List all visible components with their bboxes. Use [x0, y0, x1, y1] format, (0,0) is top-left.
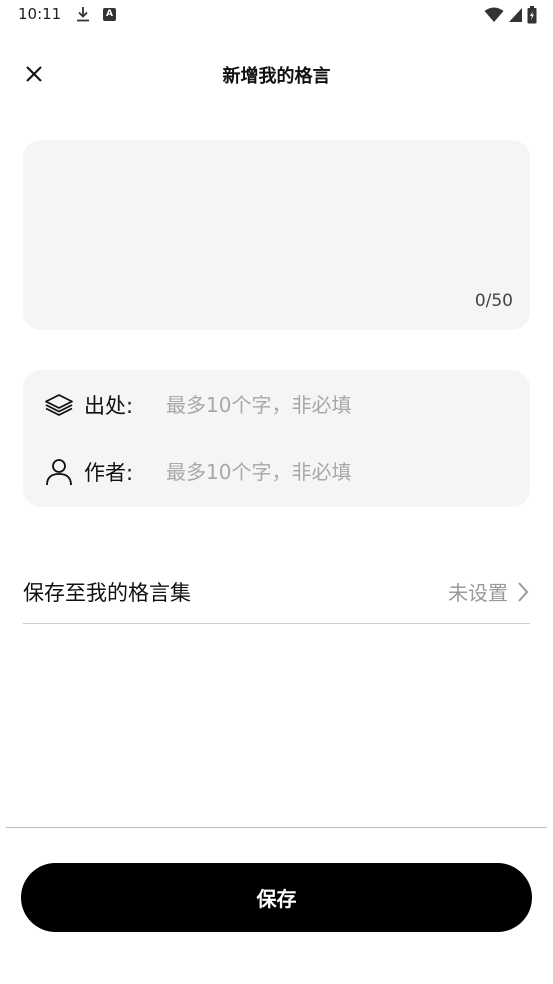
status-time: 10:11: [18, 5, 62, 23]
a-notification-icon: A: [103, 8, 116, 21]
author-input[interactable]: [166, 460, 496, 484]
battery-icon: [527, 6, 537, 24]
status-bar: 10:11 A: [0, 0, 553, 30]
quote-card: 0/50: [23, 140, 530, 330]
chevron-right-icon: [518, 581, 529, 602]
collection-selector[interactable]: 保存至我的格言集 未设置: [23, 560, 530, 624]
source-label: 出处:: [84, 394, 134, 418]
char-count: 0/50: [474, 291, 513, 311]
layers-icon: [42, 388, 76, 422]
meta-card: 出处: 作者:: [23, 370, 530, 507]
wifi-icon: [484, 7, 504, 22]
signal-icon: [509, 8, 522, 22]
source-input[interactable]: [166, 393, 496, 417]
header: 新增我的格言: [0, 50, 553, 98]
source-row: 出处:: [23, 380, 530, 430]
quote-input[interactable]: [41, 156, 511, 286]
collection-value: 未设置: [448, 581, 508, 605]
bottom-divider: [6, 827, 547, 828]
author-row: 作者:: [23, 447, 530, 497]
author-label: 作者:: [84, 461, 134, 485]
download-icon: [77, 7, 89, 22]
save-button[interactable]: 保存: [21, 863, 532, 932]
person-icon: [42, 455, 76, 489]
collection-label: 保存至我的格言集: [23, 580, 191, 605]
page-title: 新增我的格言: [222, 66, 331, 87]
status-right-icons: [484, 6, 537, 24]
collection-right: 未设置: [448, 577, 530, 606]
